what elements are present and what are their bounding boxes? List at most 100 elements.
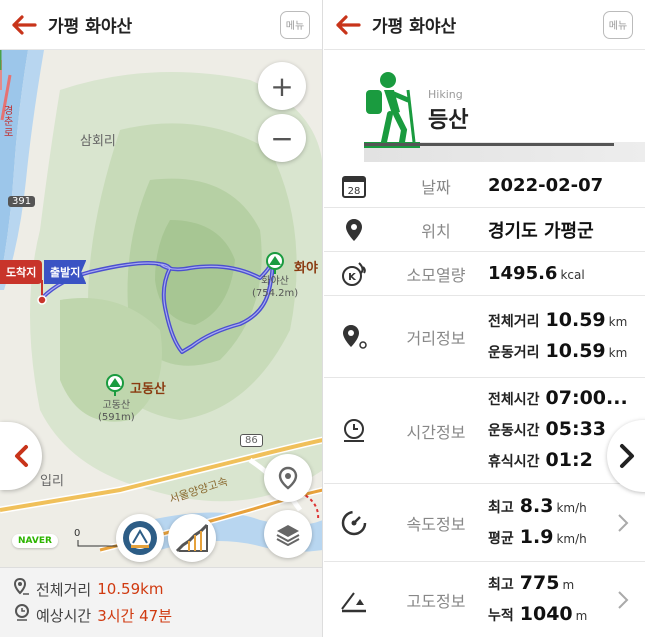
map-screen: 가평 화야산 메뉴 삼회리 391 경춘로 86 입리 서울양양고속 화야 화야… [0,0,323,637]
moving-distance-key: 운동거리 [488,344,540,361]
activity-type-title: 등산 [428,108,469,133]
estimated-time-value: 3시간 47분 [97,606,173,625]
total-time-line: 전체시간 07:00... [488,384,645,415]
departure-flag: 출발지 [44,260,87,284]
location-label: 위치 [421,221,451,241]
date-row: 28 날짜 2022-02-07 [324,164,645,208]
mountain-peak-icon [106,374,124,396]
activity-type-en: Hiking [428,88,463,101]
cum-altitude-unit: m [575,608,588,623]
page-title: 가평 화야산 [48,17,133,37]
road-name-vertical: 경춘로 [4,106,14,139]
chevron-left-icon [15,445,28,467]
my-location-button[interactable] [264,454,312,502]
cum-altitude-key: 누적 [488,607,514,624]
total-time-key: 전체시간 [488,392,540,408]
app-header: 가평 화야산 메뉴 [324,0,645,50]
distance-row: 거리정보 전체거리 10.59 km 운동거리 10.59 km [324,296,645,378]
max-speed-value: 8.3 [519,494,554,517]
chevron-right-icon [620,444,634,468]
layers-icon [276,525,300,546]
date-value: 2022-02-07 [488,175,604,196]
estimated-time-label: 예상시간 [36,606,92,625]
max-altitude-value: 775 [519,571,560,594]
peak-detail-godongsan: 고동산 (591m) [98,400,135,423]
place-label-samhoe: 삼회리 [80,134,116,149]
total-time-value: 07:00... [545,387,628,409]
moving-distance-unit: km [608,345,628,360]
max-altitude-unit: m [562,577,575,592]
location-value: 경기도 가평군 [488,220,594,242]
back-arrow-icon [336,14,361,35]
time-label: 시간정보 [406,422,466,442]
max-speed-key: 최고 [488,499,514,516]
speed-label: 속도정보 [406,514,466,534]
back-button[interactable] [0,0,48,50]
clock-pin-icon [14,604,36,626]
calendar-day-number: 28 [348,186,361,197]
altitude-profile-button[interactable] [168,514,216,562]
back-arrow-icon [12,14,37,35]
speed-row[interactable]: 속도정보 최고 8.3 km/h 평균 1.9 km/h [324,484,645,562]
mountain-peak-icon [266,252,284,274]
altitude-row[interactable]: 고도정보 최고 775 m 누적 1040 m [324,562,645,637]
distance-label: 거리정보 [406,328,466,348]
page-title: 가평 화야산 [372,17,457,37]
avg-speed-value: 1.9 [519,525,554,548]
location-pin-icon [324,218,384,242]
max-altitude-key: 최고 [488,576,514,593]
rest-time-value: 01:2 [545,449,593,471]
total-distance-label: 전체거리 [36,580,92,599]
total-distance-line: 전체거리 10.59 km [488,306,645,337]
location-row: 위치 경기도 가평군 [324,208,645,252]
hiker-icon [364,72,420,148]
menu-button[interactable]: 메뉴 [603,10,633,39]
calories-row: K 소모열량 1495.6 kcal [324,252,645,296]
map-layers-button[interactable] [264,510,312,558]
avg-speed-key: 평균 [488,530,514,547]
chevron-right-icon [618,591,629,609]
scale-bar-label: 0 [74,528,81,539]
route-start-pin-icon [37,280,47,305]
app-header: 가평 화야산 메뉴 [0,0,322,50]
route-pin-icon [13,577,36,600]
moving-time-value: 05:33 [545,418,607,440]
total-distance-value: 10.59 [545,308,606,331]
cum-altitude-value: 1040 [519,602,573,625]
total-distance-unit: km [608,314,628,329]
max-speed-unit: km/h [556,500,587,515]
zoom-in-button[interactable]: + [258,62,306,110]
peak-detail-hwayasan: 화야산 (754.2m) [252,276,299,299]
menu-button[interactable]: 메뉴 [280,10,310,39]
calorie-flame-icon: K [324,261,384,287]
route-pin-icon [324,323,384,351]
stairs-icon [175,523,209,553]
time-row: 시간정보 전체시간 07:00... 운동시간 05:33 휴식시간 01:2 [324,378,645,484]
date-label: 날짜 [421,177,451,197]
svg-text:K: K [348,272,357,283]
map-view[interactable]: 삼회리 391 경춘로 86 입리 서울양양고속 화야 화야산 (754.2m)… [0,50,322,567]
estimated-time-row: 예상시간 3시간 47분 [14,602,309,628]
road-number-86: 86 [240,434,263,447]
location-pin-icon [278,466,298,490]
moving-distance-value: 10.59 [545,339,606,362]
moving-time-key: 운동시간 [488,423,540,439]
compass-speed-button[interactable] [116,514,164,562]
altitude-label: 고도정보 [406,591,466,611]
moving-distance-line: 운동거리 10.59 km [488,337,645,368]
total-distance-value: 10.59km [97,580,164,598]
route-summary-bar: 전체거리 10.59km 예상시간 3시간 47분 [0,567,322,637]
total-distance-key: 전체거리 [488,313,540,330]
rest-time-key: 휴식시간 [488,454,540,470]
activity-hero: Hiking 등산 [324,50,645,162]
naver-logo: NAVER [12,534,58,548]
avg-speed-unit: km/h [556,531,587,546]
peak-name-hwayasan: 화야 [294,261,318,276]
peak-name-godongsan: 고동산 [130,382,166,397]
zoom-out-button[interactable]: − [258,114,306,162]
calories-value: 1495.6 [488,263,558,284]
clock-icon [324,417,384,445]
altitude-icon [324,587,384,613]
total-distance-row: 전체거리 10.59km [13,576,309,602]
back-button[interactable] [324,0,372,50]
